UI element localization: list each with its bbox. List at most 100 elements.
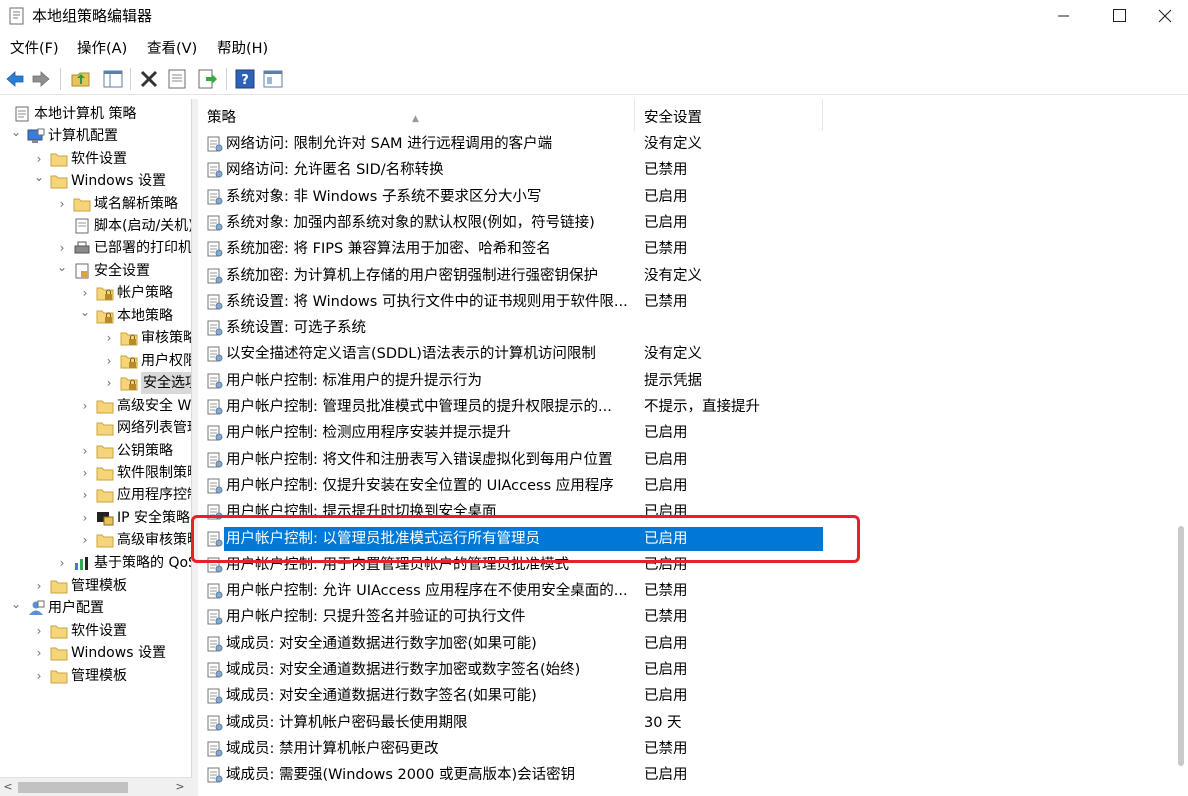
delete-icon[interactable] — [138, 68, 160, 90]
chevron-right-icon[interactable]: › — [33, 575, 45, 597]
menu-help[interactable]: 帮助(H) — [217, 38, 268, 60]
tree-item[interactable]: ⌄ 计算机配置 — [0, 125, 191, 147]
chevron-right-icon[interactable]: › — [79, 462, 91, 484]
chevron-down-icon[interactable]: ⌄ — [10, 125, 22, 147]
chevron-right-icon[interactable]: › — [103, 327, 115, 349]
tree-item[interactable]: › 审核策略 — [0, 327, 191, 349]
scrollbar-thumb[interactable] — [1178, 526, 1184, 766]
view-icon[interactable] — [262, 68, 284, 90]
policy-row[interactable]: 域成员: 对安全通道数据进行数字签名(如果可能) 已启用 — [198, 683, 1188, 709]
tree-item[interactable]: › 已部署的打印机 — [0, 237, 191, 259]
scroll-right-icon[interactable]: > — [172, 778, 188, 796]
policy-row[interactable]: 用户帐户控制: 以管理员批准模式运行所有管理员 已启用 — [198, 526, 1188, 552]
policy-row[interactable]: 用户帐户控制: 管理员批准模式中管理员的提升权限提示的... 不提示，直接提升 — [198, 394, 1188, 420]
chevron-right-icon[interactable]: › — [79, 507, 91, 529]
tree-item[interactable]: ⌄ 本地策略 — [0, 305, 191, 327]
tree-item[interactable]: › 域名解析策略 — [0, 193, 191, 215]
tree-item[interactable]: › 软件设置 — [0, 148, 191, 170]
scroll-left-icon[interactable]: < — [0, 778, 16, 796]
column-header-policy[interactable]: 策略 ▲ — [198, 99, 635, 131]
tree-item[interactable]: › 帐户策略 — [0, 282, 191, 304]
minimize-button[interactable] — [1040, 0, 1086, 32]
tree-item[interactable]: ⌄ 用户配置 — [0, 597, 191, 619]
tree-item[interactable]: › 软件设置 — [0, 620, 191, 642]
policy-setting-icon — [206, 583, 223, 600]
chevron-right-icon[interactable]: › — [33, 665, 45, 687]
tree-item[interactable]: › 基于策略的 QoS — [0, 552, 191, 574]
chevron-right-icon[interactable]: › — [79, 484, 91, 506]
chevron-down-icon[interactable]: ⌄ — [79, 305, 91, 327]
policy-row[interactable]: 域成员: 对安全通道数据进行数字加密或数字签名(始终) 已启用 — [198, 657, 1188, 683]
tree-item-label: 软件设置 — [71, 623, 127, 639]
policy-row[interactable]: 用户帐户控制: 允许 UIAccess 应用程序在不使用安全桌面的... 已禁用 — [198, 578, 1188, 604]
chevron-down-icon[interactable]: ⌄ — [56, 260, 68, 282]
policy-row[interactable]: 网络访问: 限制允许对 SAM 进行远程调用的客户端 没有定义 — [198, 131, 1188, 157]
chevron-right-icon[interactable]: › — [103, 372, 115, 394]
policy-row[interactable]: 系统对象: 加强内部系统对象的默认权限(例如，符号链接) 已启用 — [198, 210, 1188, 236]
menu-view[interactable]: 查看(V) — [147, 38, 197, 60]
policy-row[interactable]: 用户帐户控制: 仅提升安装在安全位置的 UIAccess 应用程序 已启用 — [198, 473, 1188, 499]
policy-row[interactable]: 用户帐户控制: 用于内置管理员帐户的管理员批准模式 已启用 — [198, 552, 1188, 578]
chevron-down-icon[interactable]: ⌄ — [33, 170, 45, 192]
chevron-right-icon[interactable]: › — [79, 282, 91, 304]
tree-item[interactable]: ⌄ Windows 设置 — [0, 170, 191, 192]
tree-item[interactable]: › 应用程序控制策略 — [0, 484, 191, 506]
forward-icon[interactable] — [30, 68, 52, 90]
tree-item[interactable]: ⌄ 安全设置 — [0, 260, 191, 282]
tree-item[interactable]: › 用户权限分配 — [0, 350, 191, 372]
policy-row[interactable]: 系统加密: 为计算机上存储的用户密钥强制进行强密钥保护 没有定义 — [198, 263, 1188, 289]
policy-row[interactable]: 用户帐户控制: 只提升签名并验证的可执行文件 已禁用 — [198, 604, 1188, 630]
chevron-right-icon[interactable]: › — [79, 440, 91, 462]
chevron-right-icon[interactable]: › — [79, 529, 91, 551]
tree-item[interactable]: › 软件限制策略 — [0, 462, 191, 484]
list-vertical-scrollbar[interactable] — [1172, 131, 1188, 796]
chevron-right-icon[interactable]: › — [33, 642, 45, 664]
back-icon[interactable] — [4, 68, 26, 90]
show-hide-tree-icon[interactable] — [102, 68, 124, 90]
tree-item[interactable]: › 高级安全 Windows Defender 防火墙 — [0, 395, 191, 417]
policy-row[interactable]: 用户帐户控制: 将文件和注册表写入错误虚拟化到每用户位置 已启用 — [198, 447, 1188, 473]
properties-icon[interactable] — [166, 68, 188, 90]
tree-item[interactable]: 本地计算机 策略 — [0, 103, 191, 125]
chevron-right-icon[interactable]: › — [79, 395, 91, 417]
chevron-right-icon[interactable]: › — [56, 237, 68, 259]
chevron-right-icon[interactable]: › — [33, 620, 45, 642]
scrollbar-thumb[interactable] — [18, 782, 128, 793]
policy-row[interactable]: 网络访问: 允许匿名 SID/名称转换 已禁用 — [198, 157, 1188, 183]
policy-row[interactable]: 系统设置: 可选子系统 — [198, 315, 1188, 341]
policy-row[interactable]: 系统加密: 将 FIPS 兼容算法用于加密、哈希和签名 已禁用 — [198, 236, 1188, 262]
tree-item[interactable]: › 高级审核策略配置 — [0, 529, 191, 551]
policy-row[interactable]: 用户帐户控制: 检测应用程序安装并提示提升 已启用 — [198, 420, 1188, 446]
policy-row[interactable]: 用户帐户控制: 提示提升时切换到安全桌面 已启用 — [198, 499, 1188, 525]
tree-item[interactable]: › 公钥策略 — [0, 440, 191, 462]
chevron-down-icon[interactable]: ⌄ — [10, 597, 22, 619]
close-button[interactable] — [1142, 0, 1188, 32]
tree-item[interactable]: › 管理模板 — [0, 665, 191, 687]
policy-row[interactable]: 域成员: 禁用计算机帐户密码更改 已禁用 — [198, 736, 1188, 762]
tree-item[interactable]: › Windows 设置 — [0, 642, 191, 664]
policy-row[interactable]: 以安全描述符定义语言(SDDL)语法表示的计算机访问限制 没有定义 — [198, 341, 1188, 367]
policy-row[interactable]: 域成员: 需要强(Windows 2000 或更高版本)会话密钥 已启用 — [198, 762, 1188, 788]
menu-file[interactable]: 文件(F) — [10, 38, 59, 60]
chevron-right-icon[interactable]: › — [103, 350, 115, 372]
policy-row[interactable]: 用户帐户控制: 标准用户的提升提示行为 提示凭据 — [198, 368, 1188, 394]
maximize-button[interactable] — [1096, 0, 1142, 32]
help-icon[interactable]: ? — [234, 68, 256, 90]
tree-item[interactable]: › 安全选项 — [0, 372, 191, 394]
tree-item[interactable]: › IP 安全策略，在 本地计算机 — [0, 507, 191, 529]
menu-action[interactable]: 操作(A) — [77, 38, 127, 60]
tree-horizontal-scrollbar[interactable]: < > — [0, 777, 192, 796]
tree-item[interactable]: 网络列表管理器策略 — [0, 417, 191, 439]
chevron-right-icon[interactable]: › — [56, 193, 68, 215]
chevron-right-icon[interactable]: › — [56, 552, 68, 574]
policy-row[interactable]: 系统对象: 非 Windows 子系统不要求区分大小写 已启用 — [198, 184, 1188, 210]
export-icon[interactable] — [196, 68, 218, 90]
policy-row[interactable]: 域成员: 计算机帐户密码最长使用期限 30 天 — [198, 710, 1188, 736]
column-header-setting[interactable]: 安全设置 — [635, 99, 823, 131]
policy-row[interactable]: 域成员: 对安全通道数据进行数字加密(如果可能) 已启用 — [198, 631, 1188, 657]
tree-item[interactable]: 脚本(启动/关机) — [0, 215, 191, 237]
tree-item[interactable]: › 管理模板 — [0, 575, 191, 597]
policy-row[interactable]: 系统设置: 将 Windows 可执行文件中的证书规则用于软件限... 已禁用 — [198, 289, 1188, 315]
chevron-right-icon[interactable]: › — [33, 148, 45, 170]
up-folder-icon[interactable] — [70, 68, 92, 90]
